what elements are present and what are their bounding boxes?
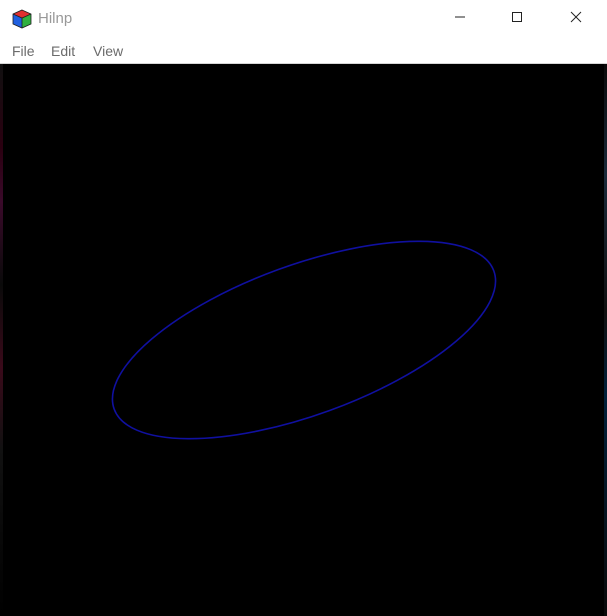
minimize-button[interactable] — [437, 0, 483, 38]
desktop-edge-left — [0, 64, 3, 616]
maximize-icon — [511, 10, 523, 28]
menu-bar: File Edit View — [0, 38, 607, 64]
menu-file[interactable]: File — [11, 43, 36, 59]
title-bar[interactable]: Hilnp — [0, 0, 607, 38]
menu-edit[interactable]: Edit — [50, 43, 76, 59]
app-window: Hilnp File Edit View — [0, 0, 607, 616]
close-icon — [570, 10, 582, 28]
minimize-icon — [454, 10, 466, 28]
close-button[interactable] — [553, 0, 599, 38]
cube-icon — [12, 9, 32, 29]
window-title: Hilnp — [38, 10, 73, 27]
maximize-button[interactable] — [494, 0, 540, 38]
ellipse-outline — [111, 240, 497, 440]
menu-view[interactable]: View — [92, 43, 124, 59]
render-viewport[interactable] — [3, 64, 604, 616]
render-canvas — [111, 240, 497, 440]
